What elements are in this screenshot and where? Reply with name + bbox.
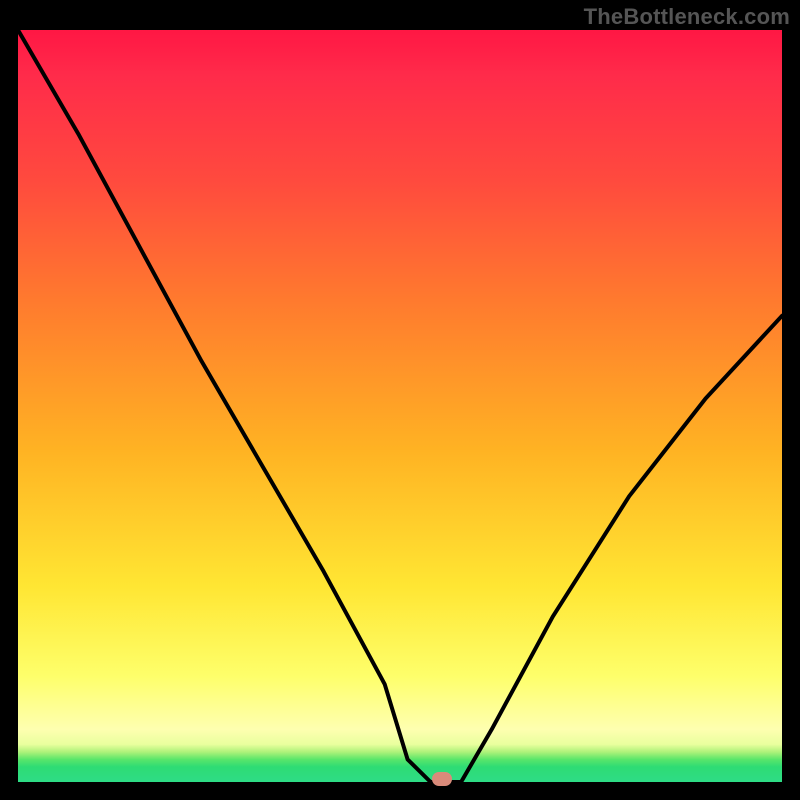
attribution-text: TheBottleneck.com: [584, 4, 790, 30]
plot-area: [18, 30, 782, 782]
bottleneck-curve: [18, 30, 782, 782]
chart-frame: TheBottleneck.com: [0, 0, 800, 800]
optimal-marker: [432, 772, 452, 786]
